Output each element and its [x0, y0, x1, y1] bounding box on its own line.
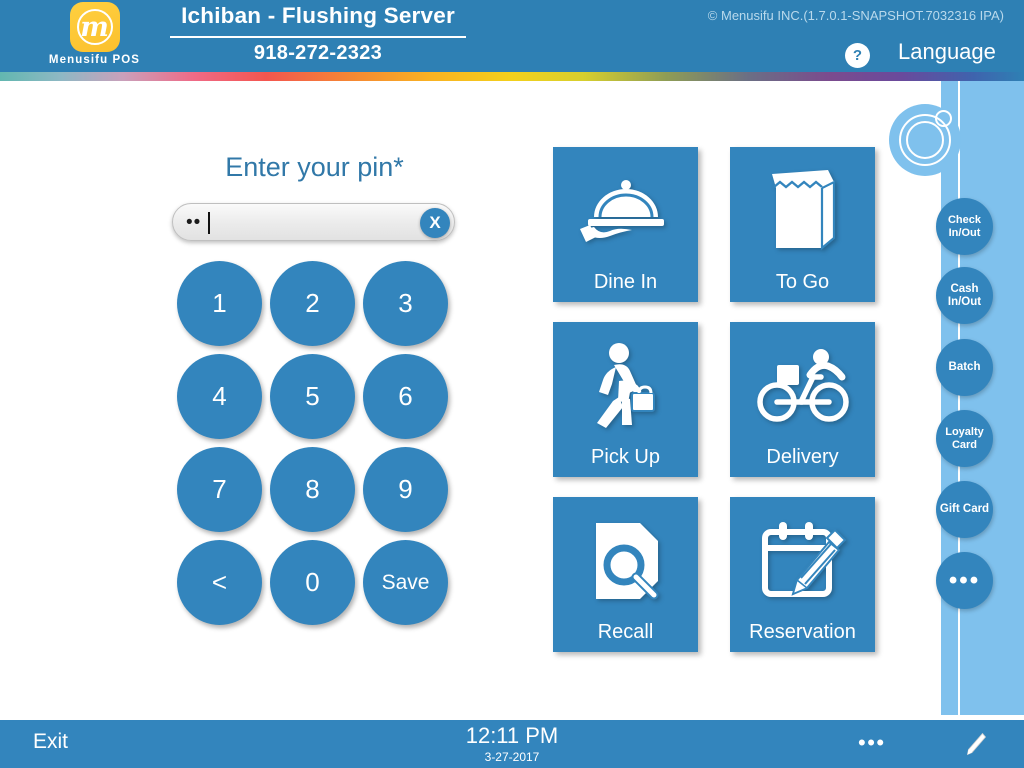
exit-button[interactable]: Exit: [33, 730, 68, 754]
walking-person-with-bag-icon: [553, 336, 698, 436]
app-header: m Menusifu POS Ichiban - Flushing Server…: [0, 0, 1024, 72]
decorative-circle-logo: [889, 104, 961, 176]
order-type-tile-pick-up[interactable]: Pick Up: [553, 322, 698, 477]
key-0[interactable]: 0: [270, 540, 355, 625]
text-caret: [208, 212, 210, 234]
store-phone: 918-272-2323: [253, 42, 383, 64]
order-type-grid: Dine In To Go Pick Up Delivery Recall Re…: [553, 147, 875, 652]
key-1[interactable]: 1: [177, 261, 262, 346]
document-search-icon: [553, 511, 698, 611]
cloche-on-hand-icon: [553, 161, 698, 261]
brand-logo: m Menusifu POS: [22, 2, 167, 70]
sidebar-loyalty-card[interactable]: Loyalty Card: [936, 410, 993, 467]
clock: 12:11 PM 3-27-2017: [412, 722, 612, 764]
order-type-label: Delivery: [766, 446, 839, 468]
numeric-keypad: 1 2 3 4 5 6 7 8 9 <0 Save: [177, 261, 452, 626]
pencil-icon[interactable]: [962, 731, 988, 762]
key-4[interactable]: 4: [177, 354, 262, 439]
order-type-tile-dine-in[interactable]: Dine In: [553, 147, 698, 302]
order-type-tile-reservation[interactable]: Reservation: [730, 497, 875, 652]
sidebar-more[interactable]: •••: [936, 552, 993, 609]
deco-ring-inner: [906, 121, 944, 159]
app-footer: Exit 12:11 PM 3-27-2017 •••: [0, 720, 1024, 768]
order-type-label: To Go: [775, 271, 830, 293]
pin-input[interactable]: •• X: [172, 203, 455, 241]
key-9[interactable]: 9: [363, 447, 448, 532]
key-backspace[interactable]: <: [177, 540, 262, 625]
store-title-block: Ichiban - Flushing Server 918-272-2323: [168, 0, 468, 72]
order-type-tile-delivery[interactable]: Delivery: [730, 322, 875, 477]
order-type-label: Dine In: [593, 271, 658, 293]
menusifu-logo-icon: m: [69, 2, 120, 52]
language-button[interactable]: Language: [898, 39, 996, 65]
logo-letter: m: [80, 12, 109, 43]
deco-small-circle: [935, 110, 952, 127]
sidebar-check-in-out[interactable]: Check In/Out: [936, 198, 993, 255]
key-8[interactable]: 8: [270, 447, 355, 532]
sidebar-gift-card[interactable]: Gift Card: [936, 481, 993, 538]
key-7[interactable]: 7: [177, 447, 262, 532]
key-save[interactable]: Save: [363, 540, 448, 625]
bicycle-courier-icon: [730, 336, 875, 436]
right-sidebar: [941, 81, 1024, 715]
rainbow-divider: [0, 72, 1024, 81]
sidebar-batch[interactable]: Batch: [936, 339, 993, 396]
footer-more-button[interactable]: •••: [858, 730, 886, 756]
page-title: Ichiban - Flushing Server: [181, 3, 455, 28]
current-date: 3-27-2017: [484, 750, 540, 764]
order-type-label: Reservation: [749, 621, 856, 643]
order-type-tile-to-go[interactable]: To Go: [730, 147, 875, 302]
sidebar-cash-in-out[interactable]: Cash In/Out: [936, 267, 993, 324]
pin-masked-value: ••: [186, 212, 202, 233]
calendar-pencil-icon: [730, 511, 875, 611]
clear-pin-button[interactable]: X: [420, 208, 450, 238]
brand-name: Menusifu POS: [48, 54, 141, 66]
order-type-tile-recall[interactable]: Recall: [553, 497, 698, 652]
paper-bag-icon: [730, 161, 875, 261]
order-type-label: Pick Up: [591, 446, 660, 468]
copyright-text: © Menusifu INC.(1.7.0.1-SNAPSHOT.7032316…: [707, 8, 1004, 23]
key-2[interactable]: 2: [270, 261, 355, 346]
key-5[interactable]: 5: [270, 354, 355, 439]
key-6[interactable]: 6: [363, 354, 448, 439]
order-type-label: Recall: [597, 621, 654, 643]
current-time: 12:11 PM: [465, 723, 559, 748]
key-3[interactable]: 3: [363, 261, 448, 346]
sidebar-divider: [958, 81, 960, 715]
help-icon[interactable]: ?: [845, 43, 870, 68]
pin-heading: Enter your pin*: [225, 152, 404, 182]
